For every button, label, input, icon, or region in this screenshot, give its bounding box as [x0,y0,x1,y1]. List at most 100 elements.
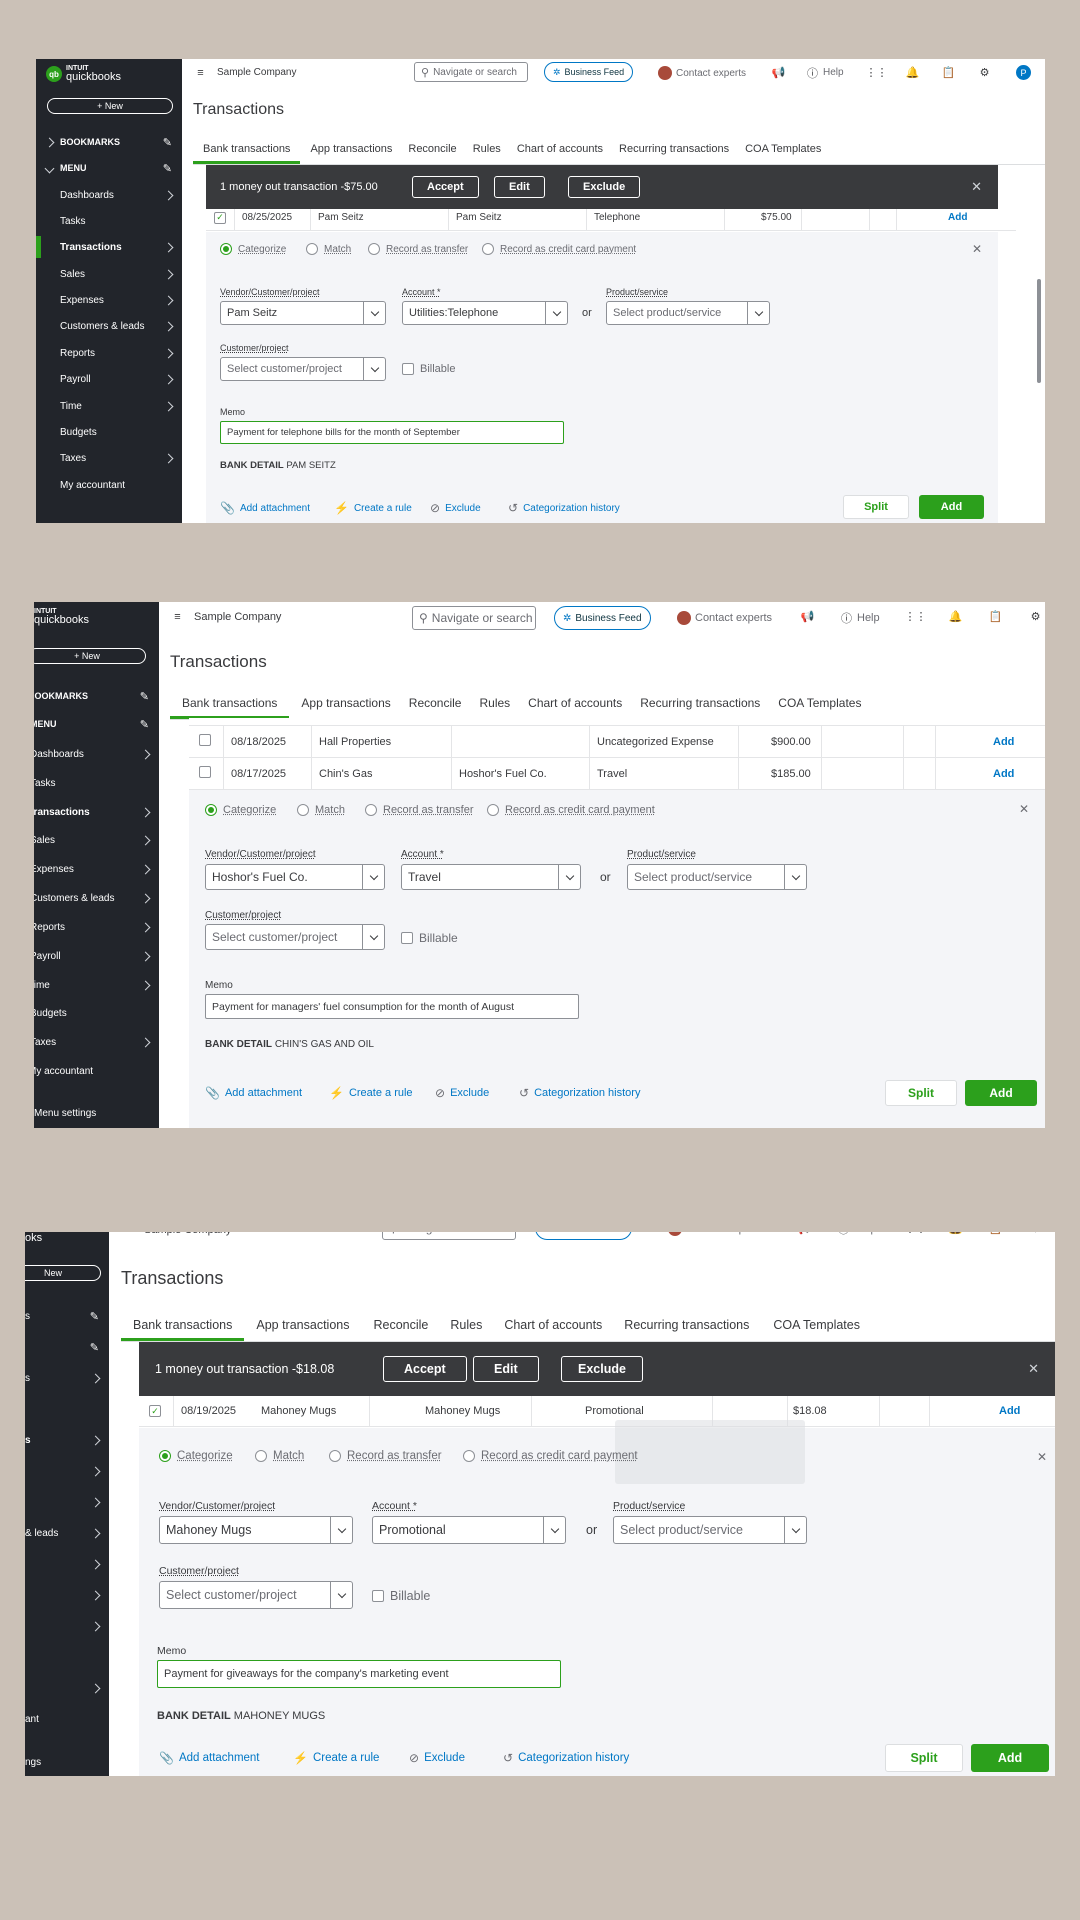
vendor-select[interactable]: Pam Seitz [220,301,386,325]
radio-record-credit-card[interactable]: Record as credit card payment [463,1450,638,1462]
categorization-history-link[interactable]: ↺ Categorization history [508,501,620,515]
row-checkbox[interactable] [199,766,211,778]
edit-pencil-icon[interactable]: ✎ [140,718,149,731]
sidebar-item-reports[interactable] [25,1552,109,1576]
memo-input[interactable]: Payment for managers' fuel consumption f… [205,994,579,1019]
tab-recurring-transactions[interactable]: Recurring transactions [619,143,729,164]
sidebar-item-time[interactable]: Time [34,973,159,997]
tab-recurring-transactions[interactable]: Recurring transactions [624,1318,749,1341]
sidebar-item-payroll[interactable]: Payroll [34,944,159,968]
radio-categorize[interactable]: Categorize [159,1450,233,1462]
tab-bank-transactions[interactable]: Bank transactions [170,696,290,719]
sidebar-item-customers[interactable]: Customers & leads [34,886,159,910]
tab-reconcile[interactable]: Reconcile [373,1318,428,1341]
bell-icon[interactable]: 🔔 [906,66,920,79]
edit-pencil-icon[interactable]: ✎ [163,162,172,175]
sidebar-item-sales[interactable]: Sales [36,262,182,286]
sidebar-item-my-accountant[interactable]: My accountant [36,473,182,497]
close-icon[interactable]: ✕ [1019,802,1029,816]
scrollbar[interactable] [1034,165,1044,523]
edit-pencil-icon[interactable]: ✎ [90,1341,99,1354]
sidebar-bookmarks[interactable]: BOOKMARKS ✎ [34,684,159,708]
sidebar-item-customers[interactable]: & leads [25,1521,109,1545]
create-rule-link[interactable]: ⚡ Create a rule [329,1086,413,1100]
tab-chart-of-accounts[interactable]: Chart of accounts [528,696,622,719]
search-input[interactable]: ⚲Navigate or search [414,62,528,82]
sidebar-item-expenses[interactable]: Expenses [36,288,182,312]
sidebar-item-sales[interactable]: Sales [34,828,159,852]
contact-experts-button[interactable]: Contact experts [668,1232,763,1236]
account-select[interactable]: Utilities:Telephone [402,301,568,325]
account-select[interactable]: Travel [401,864,581,890]
table-row[interactable] [189,718,1045,726]
megaphone-icon[interactable]: 📢 [772,66,786,79]
bell-icon[interactable]: 🔔 [949,610,963,623]
sidebar-item-budgets[interactable]: Budgets [36,420,182,444]
add-button[interactable]: Add [971,1744,1049,1772]
help-button[interactable]: ⓘHelp [837,1232,877,1236]
radio-record-credit-card[interactable]: Record as credit card payment [482,243,636,255]
vendor-select[interactable]: Mahoney Mugs [159,1516,353,1544]
sidebar-item-expenses[interactable]: Expenses [34,857,159,881]
sidebar-menu[interactable]: ✎ [25,1335,109,1359]
user-avatar[interactable]: P [1016,65,1031,80]
radio-categorize[interactable]: Categorize [205,804,276,816]
categorization-history-link[interactable]: ↺ Categorization history [519,1086,640,1100]
sidebar-bookmarks[interactable]: BOOKMARKS ✎ [36,130,182,154]
edit-button[interactable]: Edit [473,1356,539,1382]
create-rule-link[interactable]: ⚡ Create a rule [334,501,412,515]
tab-rules[interactable]: Rules [479,696,510,719]
row-add-link[interactable]: Add [993,736,1014,748]
account-select[interactable]: Promotional [372,1516,566,1544]
sidebar-item-payroll[interactable]: Payroll [36,367,182,391]
sidebar-menu-settings[interactable]: Menu settings [34,1101,159,1125]
new-button[interactable]: + New [47,98,173,114]
accept-button[interactable]: Accept [383,1356,467,1382]
sidebar-item-taxes[interactable]: Taxes [34,1030,159,1054]
sidebar-item-taxes[interactable]: Taxes [36,446,182,470]
split-button[interactable]: Split [885,1744,963,1772]
table-row[interactable]: ✓ 08/19/2025 Mahoney Mugs Mahoney Mugs P… [139,1396,1055,1427]
contact-experts-button[interactable]: Contact experts [658,66,746,80]
sidebar-item-transactions[interactable]: Transactions [36,235,182,259]
gear-icon[interactable]: ⚙ [1029,1232,1042,1235]
apps-grid-icon[interactable]: ⋮⋮ [866,66,888,79]
tab-reconcile[interactable]: Reconcile [408,143,456,164]
tab-app-transactions[interactable]: App transactions [256,1318,349,1341]
search-input[interactable]: ⚲Navigate or search [382,1232,516,1240]
product-select[interactable]: Select product/service [627,864,807,890]
radio-record-transfer[interactable]: Record as transfer [368,243,468,255]
radio-record-transfer[interactable]: Record as transfer [365,804,473,816]
radio-categorize[interactable]: Categorize [220,243,286,255]
tab-recurring-transactions[interactable]: Recurring transactions [640,696,760,719]
sidebar-item-expenses[interactable] [25,1490,109,1514]
sidebar-item-tasks[interactable]: Tasks [34,771,159,795]
sidebar-item-dashboards[interactable]: Dashboards [36,183,182,207]
sidebar-item-dashboards[interactable]: s [25,1366,109,1390]
customer-select[interactable]: Select customer/project [205,924,385,950]
row-checkbox[interactable]: ✓ [214,211,226,224]
sidebar-item-dashboards[interactable]: Dashboards [34,742,159,766]
sidebar-item-sales[interactable] [25,1459,109,1483]
business-feed-button[interactable]: ✲Business Feed [544,62,634,82]
tab-rules[interactable]: Rules [473,143,501,164]
tab-bank-transactions[interactable]: Bank transactions [121,1318,245,1341]
sidebar-item-reports[interactable]: Reports [34,915,159,939]
memo-input[interactable]: Payment for telephone bills for the mont… [220,421,564,444]
add-button[interactable]: Add [965,1080,1037,1106]
row-checkbox[interactable]: ✓ [149,1405,161,1418]
categorization-history-link[interactable]: ↺ Categorization history [503,1751,629,1765]
megaphone-icon[interactable]: 📢 [801,610,815,623]
gear-icon[interactable]: ⚙ [978,66,991,79]
sidebar-bookmarks[interactable]: s ✎ [25,1304,109,1328]
tab-app-transactions[interactable]: App transactions [310,143,392,164]
sidebar-item-taxes[interactable] [25,1676,109,1700]
tab-chart-of-accounts[interactable]: Chart of accounts [517,143,603,164]
close-icon[interactable]: ✕ [971,179,982,195]
accept-button[interactable]: Accept [412,176,479,198]
clipboard-icon[interactable]: 📋 [942,66,956,79]
billable-checkbox[interactable]: Billable [372,1589,430,1603]
tab-coa-templates[interactable]: COA Templates [745,143,821,164]
create-rule-link[interactable]: ⚡ Create a rule [293,1751,379,1765]
sidebar-item-time[interactable] [25,1614,109,1638]
